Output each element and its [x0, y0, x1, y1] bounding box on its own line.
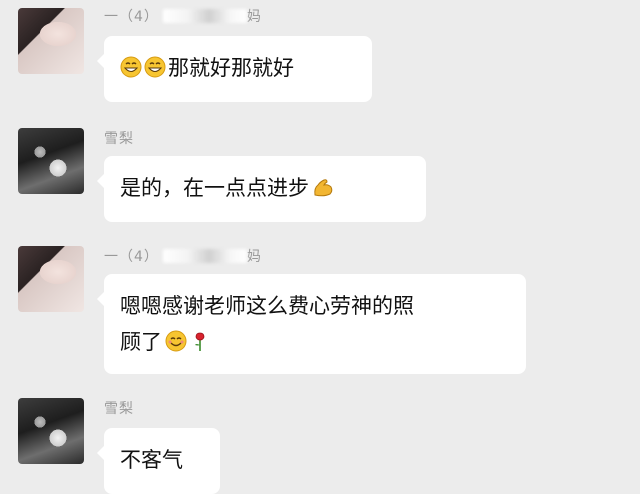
message-text: 是的，在一点点进步 [120, 176, 309, 200]
avatar-photo [18, 398, 84, 464]
sender-name: 一（4） 妈 [104, 246, 262, 266]
avatar-photo [18, 246, 84, 312]
message-text: 顾了 [120, 330, 162, 354]
chat-area: 一（4） 妈 那就好那就好 雪梨 是的，在一点点进步 一（4） 妈 嗯嗯感谢老师这… [0, 0, 640, 494]
avatar-photo [18, 128, 84, 194]
flexed-biceps-emoji [314, 179, 333, 197]
message-bubble[interactable]: 嗯嗯感谢老师这么费心劳神的照 顾了 [97, 274, 526, 374]
avatar[interactable] [18, 8, 84, 74]
sender-name-prefix: 一（4） [104, 9, 159, 25]
message-text-line: 嗯嗯感谢老师这么费心劳神的照 [120, 294, 414, 318]
redacted-name [162, 9, 247, 23]
avatar[interactable] [18, 128, 84, 194]
rose-emoji [195, 332, 205, 351]
sender-name-prefix: 一（4） [104, 249, 159, 265]
grin-emoji [120, 56, 142, 78]
message-text: 那就好那就好 [168, 56, 294, 80]
sender-name: 雪梨 [104, 401, 134, 417]
redacted-name [162, 249, 247, 263]
avatar[interactable] [18, 398, 84, 464]
grin-emoji [144, 56, 166, 78]
sender-name-suffix: 妈 [246, 9, 262, 25]
message-bubble[interactable]: 不客气 [97, 428, 220, 494]
message-bubble[interactable]: 是的，在一点点进步 [97, 156, 426, 222]
message-text: 不客气 [120, 448, 183, 472]
avatar-photo [18, 8, 84, 74]
message-text-line: 顾了 [120, 324, 510, 360]
sender-name: 雪梨 [104, 131, 134, 147]
smile-emoji [165, 330, 187, 352]
message-bubble[interactable]: 那就好那就好 [97, 36, 372, 102]
sender-name-suffix: 妈 [246, 249, 262, 265]
sender-name: 一（4） 妈 [104, 6, 262, 26]
avatar[interactable] [18, 246, 84, 312]
